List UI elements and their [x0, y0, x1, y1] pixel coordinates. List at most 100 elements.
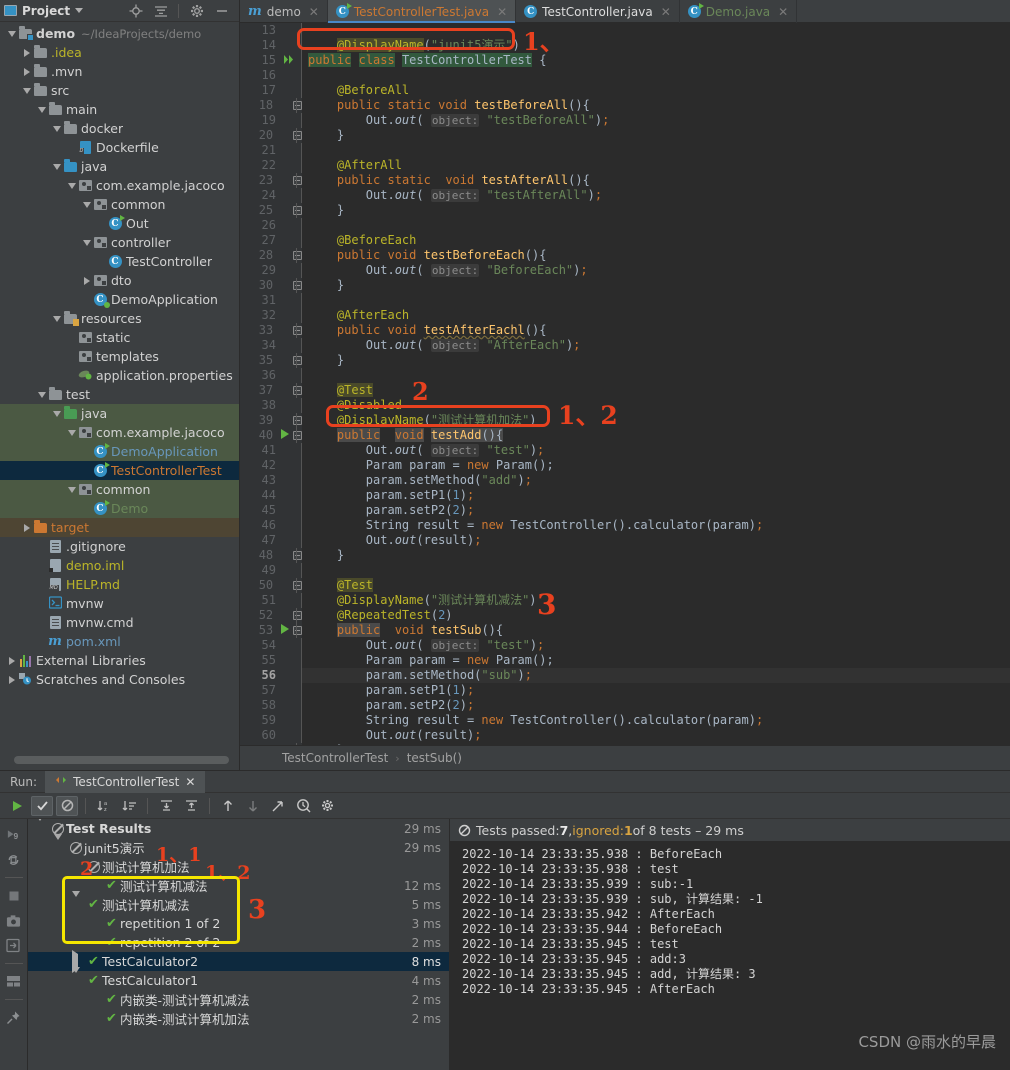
layout-icon[interactable]	[6, 974, 21, 989]
gutter-row[interactable]: 38	[240, 398, 302, 413]
chevron-down-icon[interactable]	[54, 834, 67, 855]
project-tree-item[interactable]: C Out	[0, 214, 239, 233]
project-tree-item[interactable]: controller	[0, 233, 239, 252]
project-tree-item[interactable]: mvnw.cmd	[0, 613, 239, 632]
close-icon[interactable]: ✕	[309, 5, 319, 19]
chevron-right-icon[interactable]	[21, 67, 32, 76]
code-line[interactable]: Out.out( object: "testAfterAll");	[302, 188, 1010, 203]
code-line[interactable]	[302, 368, 1010, 383]
gutter-row[interactable]: 55	[240, 653, 302, 668]
gutter-row[interactable]: 44	[240, 488, 302, 503]
code-line[interactable]: param.setP2(2);	[302, 503, 1010, 518]
gutter-row[interactable]: 17	[240, 83, 302, 98]
gutter-row[interactable]: 46	[240, 518, 302, 533]
code-line[interactable]: @RepeatedTest(2)	[302, 608, 1010, 623]
chevron-down-icon[interactable]	[6, 30, 17, 37]
gutter-row[interactable]: 49	[240, 563, 302, 578]
code-line[interactable]: @Disabled	[302, 398, 1010, 413]
gutter-row[interactable]: 34	[240, 338, 302, 353]
fold-collapse-icon[interactable]: −	[293, 101, 302, 110]
test-results-tree[interactable]: Test Results 29 ms junit5演示 29 ms 测试计算机加法 ✔ 测试…	[28, 819, 450, 1070]
chevron-right-icon[interactable]	[81, 276, 92, 285]
chevron-down-icon[interactable]	[36, 819, 49, 836]
fold-collapse-icon[interactable]: −	[293, 626, 302, 635]
code-line[interactable]: Out.out( object: "test");	[302, 638, 1010, 653]
code-line[interactable]: @DisplayName("测试计算机加法")	[302, 413, 1010, 428]
test-tree-row[interactable]: junit5演示 29 ms	[28, 834, 449, 857]
locate-icon[interactable]	[128, 3, 143, 18]
code-line[interactable]: param.setP1(1);	[302, 488, 1010, 503]
code-line[interactable]: Out.out(result);	[302, 728, 1010, 743]
run-side-toolbar[interactable]: 9	[0, 819, 28, 1070]
breadcrumb-item[interactable]: testSub()	[407, 751, 462, 765]
sort-duration-icon[interactable]	[118, 796, 140, 816]
chevron-down-icon[interactable]	[51, 410, 62, 417]
fold-end-icon[interactable]: −	[293, 206, 302, 215]
chevron-down-icon[interactable]	[75, 8, 84, 13]
test-tree-row[interactable]: ✔ 内嵌类-测试计算机减法 2 ms	[28, 990, 449, 1009]
project-tree-item[interactable]: src	[0, 81, 239, 100]
chevron-down-icon[interactable]	[66, 486, 77, 493]
gutter-row[interactable]: 27	[240, 233, 302, 248]
code-line[interactable]: public static void testBeforeAll(){	[302, 98, 1010, 113]
code-line[interactable]: }	[302, 353, 1010, 368]
project-tree[interactable]: demo ~/IdeaProjects/demo .idea .mvn src main d…	[0, 22, 239, 748]
settings-gear-icon[interactable]	[317, 796, 339, 816]
project-tree-item[interactable]: C DemoApplication	[0, 290, 239, 309]
stop-icon[interactable]	[6, 888, 21, 903]
fold-collapse-icon[interactable]: −	[293, 176, 302, 185]
gutter-row[interactable]: 51	[240, 593, 302, 608]
gutter-row[interactable]: 28 −	[240, 248, 302, 263]
code-line[interactable]: Out.out( object: "BeforeEach");	[302, 263, 1010, 278]
gutter-row[interactable]: 50 −	[240, 578, 302, 593]
gutter-row[interactable]: 36	[240, 368, 302, 383]
collapse-all-icon[interactable]	[153, 3, 168, 18]
gutter-row[interactable]: 14	[240, 38, 302, 53]
gutter-row[interactable]: 26	[240, 218, 302, 233]
fold-end-icon[interactable]: −	[293, 281, 302, 290]
gutter-row[interactable]: 21	[240, 143, 302, 158]
gutter-row[interactable]: 52 −	[240, 608, 302, 623]
chevron-down-icon[interactable]	[81, 201, 92, 208]
hide-ignored-toggle[interactable]	[56, 795, 78, 816]
chevron-down-icon[interactable]	[81, 239, 92, 246]
gutter-row[interactable]: 56	[240, 668, 302, 683]
gutter-row[interactable]: 54	[240, 638, 302, 653]
code-line[interactable]: }	[302, 128, 1010, 143]
code-line[interactable]: param.setP2(2);	[302, 698, 1010, 713]
chevron-down-icon[interactable]	[51, 125, 62, 132]
run-all-tests-icon[interactable]	[283, 53, 296, 69]
project-tree-item[interactable]: .mvn	[0, 62, 239, 81]
gutter-row[interactable]: 47	[240, 533, 302, 548]
code-line[interactable]: Out.out( object: "test");	[302, 443, 1010, 458]
rerun-icon[interactable]	[6, 796, 28, 816]
chevron-down-icon[interactable]	[51, 163, 62, 170]
project-tree-item[interactable]: target	[0, 518, 239, 537]
editor-tab[interactable]: C Demo.java ✕	[680, 0, 798, 23]
gutter-row[interactable]: 15	[240, 53, 302, 68]
gutter-row[interactable]: 53 −	[240, 623, 302, 638]
gutter-row[interactable]: 13	[240, 23, 302, 38]
code-line[interactable]: public void testAdd(){	[302, 428, 1010, 443]
chevron-right-icon[interactable]	[21, 48, 32, 57]
code-line[interactable]: @AfterAll	[302, 158, 1010, 173]
code-line[interactable]: @DisplayName("测试计算机减法")	[302, 593, 1010, 608]
chevron-down-icon[interactable]	[21, 87, 32, 94]
settings-gear-icon[interactable]	[189, 3, 204, 18]
project-tree-item[interactable]: C DemoApplication	[0, 442, 239, 461]
project-tree-item[interactable]: docker	[0, 119, 239, 138]
code-line[interactable]: @Test	[302, 578, 1010, 593]
code-line[interactable]: Out.out( object: "testBeforeAll");	[302, 113, 1010, 128]
code-content[interactable]: @DisplayName("junit5演示") public class Tes…	[302, 23, 1010, 745]
code-line[interactable]: @DisplayName("junit5演示")	[302, 38, 1010, 53]
project-tree-item[interactable]: com.example.jacoco	[0, 423, 239, 442]
test-tree-row[interactable]: ✔ TestCalculator1 4 ms	[28, 967, 449, 990]
project-tree-item[interactable]: application.properties	[0, 366, 239, 385]
collapse-all-icon[interactable]	[180, 796, 202, 816]
gutter-row[interactable]: 24	[240, 188, 302, 203]
project-tree-item[interactable]: C TestControllerTest	[0, 461, 239, 480]
gutter-row[interactable]: 22	[240, 158, 302, 173]
gutter-row[interactable]: 57	[240, 683, 302, 698]
project-tree-item[interactable]: static	[0, 328, 239, 347]
test-tree-row[interactable]: ✔ 测试计算机减法 12 ms	[28, 876, 449, 895]
